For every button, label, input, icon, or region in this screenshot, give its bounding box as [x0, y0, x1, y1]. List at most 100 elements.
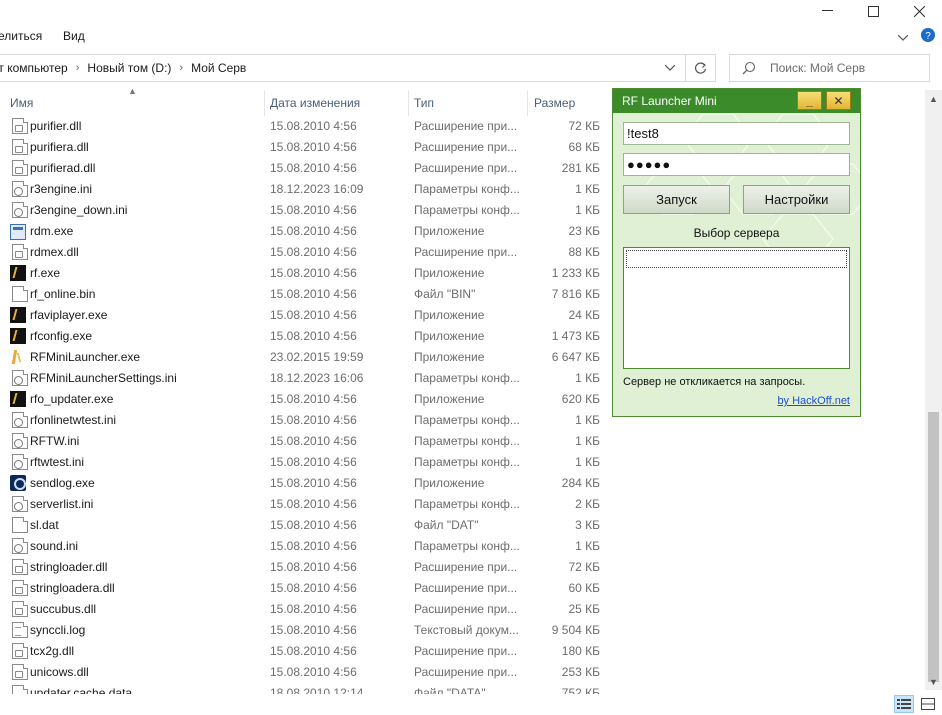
- file-name: rfo_updater.exe: [30, 392, 114, 406]
- details-view-icon: [897, 699, 911, 709]
- file-date: 15.08.2010 4:56: [270, 245, 357, 259]
- dll-file-icon: [12, 664, 28, 680]
- file-name: sound.ini: [30, 539, 79, 553]
- file-row[interactable]: sl.dat 15.08.2010 4:56 Файл "DAT" 3 КБ: [0, 515, 610, 536]
- file-date: 15.08.2010 4:56: [270, 560, 357, 574]
- launcher-file-icon: [10, 349, 26, 365]
- column-divider[interactable]: [527, 90, 528, 116]
- breadcrumb-item-folder[interactable]: Мой Серв: [191, 61, 246, 75]
- file-row[interactable]: RFMiniLauncher.exe 23.02.2015 19:59 Прилож…: [0, 347, 610, 368]
- start-button[interactable]: Запуск: [623, 185, 730, 214]
- breadcrumb-separator-icon[interactable]: ›: [76, 62, 80, 74]
- close-button[interactable]: [896, 0, 942, 22]
- file-row[interactable]: purifiera.dll 15.08.2010 4:56 Расширение п…: [0, 137, 610, 158]
- column-header-type[interactable]: Тип: [414, 96, 434, 110]
- file-row[interactable]: purifierad.dll 15.08.2010 4:56 Расширение …: [0, 158, 610, 179]
- column-header-name[interactable]: Имя: [10, 96, 33, 110]
- log-file-icon: [12, 622, 28, 638]
- address-bar[interactable]: Этот компьютер › Новый том (D:) › Мой Се…: [0, 54, 716, 82]
- file-size: 7 816 КБ: [551, 287, 600, 301]
- help-button[interactable]: ?: [920, 27, 936, 46]
- minimize-button[interactable]: [804, 0, 850, 22]
- refresh-button[interactable]: [685, 55, 715, 81]
- file-row[interactable]: synccli.log 15.08.2010 4:56 Текстовый доку…: [0, 620, 610, 641]
- launcher-close-button[interactable]: ✕: [826, 91, 851, 110]
- file-row[interactable]: rfonlinetwtest.ini 15.08.2010 4:56 Парамет…: [0, 410, 610, 431]
- file-row[interactable]: rfconfig.exe 15.08.2010 4:56 Приложение 1 4…: [0, 326, 610, 347]
- file-row[interactable]: stringloadera.dll 15.08.2010 4:56 Расширен…: [0, 578, 610, 599]
- file-type: Файл "DAT": [414, 518, 479, 532]
- login-field[interactable]: !test8: [623, 122, 850, 145]
- scroll-down-icon[interactable]: ▼: [925, 673, 942, 690]
- file-row[interactable]: rdmex.dll 15.08.2010 4:56 Расширение при..…: [0, 242, 610, 263]
- file-size: 9 504 КБ: [551, 623, 600, 637]
- file-row[interactable]: unicows.dll 15.08.2010 4:56 Расширение при…: [0, 662, 610, 683]
- file-row[interactable]: rdm.exe 15.08.2010 4:56 Приложение 23 КБ: [0, 221, 610, 242]
- column-divider[interactable]: [408, 90, 409, 116]
- file-row[interactable]: rfaviplayer.exe 15.08.2010 4:56 Приложение…: [0, 305, 610, 326]
- file-row[interactable]: rf.exe 15.08.2010 4:56 Приложение 1 233 КБ: [0, 263, 610, 284]
- file-type: Расширение при...: [414, 119, 518, 133]
- search-input[interactable]: Поиск: Мой Серв: [729, 54, 930, 82]
- file-name: tcx2g.dll: [30, 644, 75, 658]
- file-name: rf.exe: [30, 266, 61, 280]
- file-row[interactable]: rftwtest.ini 15.08.2010 4:56 Параметры кон…: [0, 452, 610, 473]
- app-file-icon: [10, 265, 26, 281]
- ribbon-expand-button[interactable]: [897, 30, 909, 44]
- password-field[interactable]: ●●●●●: [623, 153, 850, 176]
- file-row[interactable]: RFTW.ini 15.08.2010 4:56 Параметры конф...…: [0, 431, 610, 452]
- file-date: 15.08.2010 4:56: [270, 308, 357, 322]
- file-row[interactable]: updater.cache.data 18.08.2010 12:14 Файл "…: [0, 683, 610, 694]
- column-divider[interactable]: [264, 90, 265, 116]
- tab-view[interactable]: Вид: [63, 29, 85, 43]
- dll-file-icon: [12, 160, 28, 176]
- file-row[interactable]: sound.ini 15.08.2010 4:56 Параметры конф..…: [0, 536, 610, 557]
- dll-file-icon: [12, 580, 28, 596]
- tiles-view-button[interactable]: [918, 695, 938, 713]
- file-row[interactable]: succubus.dll 15.08.2010 4:56 Расширение пр…: [0, 599, 610, 620]
- server-list-item[interactable]: [626, 250, 847, 268]
- vertical-scrollbar[interactable]: ▲ ▼: [925, 90, 942, 690]
- file-row[interactable]: rf_online.bin 15.08.2010 4:56 Файл "BIN" 7 …: [0, 284, 610, 305]
- file-row[interactable]: RFMiniLauncherSettings.ini 18.12.2023 16:…: [0, 368, 610, 389]
- file-row[interactable]: tcx2g.dll 15.08.2010 4:56 Расширение при..…: [0, 641, 610, 662]
- breadcrumb-separator-icon[interactable]: ›: [179, 62, 183, 74]
- file-name: RFMiniLauncher.exe: [30, 350, 141, 364]
- launcher-title: RF Launcher Mini: [622, 94, 717, 108]
- file-type: Параметры конф...: [414, 371, 520, 385]
- file-name: rfconfig.exe: [30, 329, 93, 343]
- breadcrumb-item-computer[interactable]: Этот компьютер: [0, 61, 68, 75]
- file-size: 68 КБ: [568, 140, 600, 154]
- hackoff-link[interactable]: by HackOff.net: [777, 395, 850, 407]
- file-type: Расширение при...: [414, 560, 518, 574]
- file-date: 23.02.2015 19:59: [270, 350, 364, 364]
- file-type: Параметры конф...: [414, 203, 520, 217]
- file-name: rftwtest.ini: [30, 455, 85, 469]
- ini-file-icon: [12, 496, 28, 512]
- file-row[interactable]: purifier.dll 15.08.2010 4:56 Расширение пр…: [0, 116, 610, 137]
- details-view-button[interactable]: [894, 695, 914, 713]
- file-type: Расширение при...: [414, 602, 518, 616]
- file-row[interactable]: stringloader.dll 15.08.2010 4:56 Расширени…: [0, 557, 610, 578]
- file-name: r3engine_down.ini: [30, 203, 128, 217]
- tab-share[interactable]: елиться: [0, 29, 42, 43]
- maximize-button[interactable]: [850, 0, 896, 22]
- column-header-date[interactable]: Дата изменения: [270, 96, 360, 110]
- scroll-up-icon[interactable]: ▲: [925, 90, 942, 107]
- file-date: 18.12.2023 16:09: [270, 182, 364, 196]
- file-type: Приложение: [414, 224, 485, 238]
- settings-button[interactable]: Настройки: [743, 185, 850, 214]
- file-row[interactable]: r3engine_down.ini 15.08.2010 4:56 Параметр…: [0, 200, 610, 221]
- breadcrumb-item-drive[interactable]: Новый том (D:): [87, 61, 171, 75]
- file-row[interactable]: rfo_updater.exe 15.08.2010 4:56 Приложение…: [0, 389, 610, 410]
- server-list[interactable]: [623, 247, 850, 369]
- file-file-icon: [12, 517, 28, 533]
- file-date: 15.08.2010 4:56: [270, 455, 357, 469]
- launcher-minimize-button[interactable]: _: [797, 91, 822, 110]
- file-row[interactable]: r3engine.ini 18.12.2023 16:09 Параметры ко…: [0, 179, 610, 200]
- column-header-size[interactable]: Размер: [534, 96, 575, 110]
- scrollbar-thumb[interactable]: [928, 412, 939, 682]
- file-row[interactable]: serverlist.ini 15.08.2010 4:56 Параметры к…: [0, 494, 610, 515]
- address-history-button[interactable]: [661, 59, 679, 77]
- file-row[interactable]: sendlog.exe 15.08.2010 4:56 Приложение 284 …: [0, 473, 610, 494]
